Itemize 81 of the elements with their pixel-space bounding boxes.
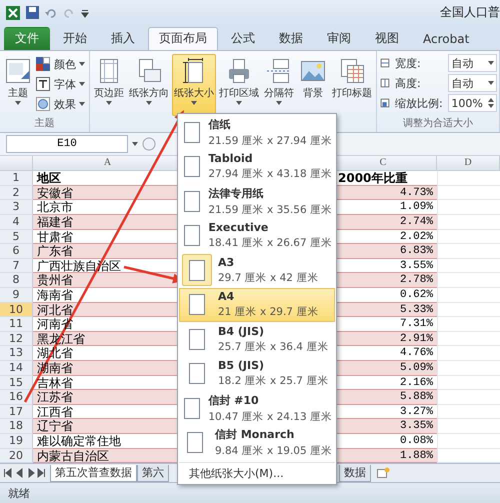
- caret-icon: [488, 61, 494, 66]
- row-number[interactable]: 8: [0, 273, 33, 288]
- size-dropdown[interactable]: 自动: [448, 54, 497, 72]
- group-label: 调整为合适大小: [402, 116, 474, 132]
- row-number[interactable]: 1: [0, 171, 33, 186]
- spinner-arrows-icon: [488, 98, 494, 108]
- ribbon-tab[interactable]: Acrobat: [412, 26, 480, 50]
- caret-icon: [488, 81, 494, 86]
- color-swatch-icon: [35, 56, 51, 72]
- ribbon-tab[interactable]: 开始: [52, 26, 98, 50]
- row-number[interactable]: 2: [0, 186, 33, 200]
- row-number[interactable]: 3: [0, 200, 33, 216]
- row-number[interactable]: 10: [0, 302, 33, 318]
- group-label: 主题: [34, 116, 56, 132]
- page-setup-button[interactable]: 背景: [297, 54, 329, 116]
- size-dropdown[interactable]: 自动: [448, 74, 497, 92]
- window-title: 全国人口普: [440, 4, 500, 22]
- row-number[interactable]: 12: [0, 332, 33, 346]
- scale-icon: [379, 96, 391, 110]
- page-setup-button[interactable]: 打印标题: [330, 54, 374, 116]
- caret-icon: [79, 82, 85, 86]
- field-label: 高度:: [394, 76, 422, 91]
- paper-size-option[interactable]: 信纸 21.59 厘米 x 27.94 厘米: [179, 115, 335, 150]
- field-label: 缩放比例:: [394, 96, 444, 111]
- caret-icon: [15, 100, 21, 105]
- row-number[interactable]: 16: [0, 390, 33, 405]
- row-number[interactable]: 13: [0, 346, 33, 362]
- caret-icon: [79, 102, 85, 106]
- ribbon-tab[interactable]: 数据: [268, 26, 314, 50]
- ribbon-tab[interactable]: 页面布局: [148, 26, 218, 50]
- sheet-tab[interactable]: 第五次普查数据: [50, 464, 137, 482]
- page-setup-button[interactable]: 纸张大小: [172, 54, 216, 116]
- theme-button[interactable]: 主题: [2, 54, 34, 116]
- row-number[interactable]: 20: [0, 448, 33, 464]
- function-button-icon[interactable]: [142, 137, 156, 152]
- row-number[interactable]: 15: [0, 376, 33, 390]
- page-setup-button[interactable]: 分隔符: [262, 54, 296, 116]
- theme-icon: [4, 56, 32, 85]
- page-setup-button[interactable]: 纸张方向: [127, 54, 171, 116]
- row-number[interactable]: 4: [0, 215, 33, 230]
- row-number[interactable]: 19: [0, 434, 33, 449]
- sheet-navigation-icon[interactable]: [3, 468, 47, 478]
- scale-spinner[interactable]: 100%: [448, 94, 497, 112]
- page-setup-button[interactable]: 页边距: [92, 54, 126, 116]
- height-icon: [379, 76, 391, 90]
- save-icon[interactable]: [26, 6, 39, 20]
- caret-icon: [79, 62, 85, 66]
- file-tab[interactable]: 文件: [4, 26, 50, 50]
- ribbon-tab[interactable]: 公式: [220, 26, 266, 50]
- caret-icon: [132, 142, 138, 146]
- undo-icon[interactable]: [45, 8, 57, 18]
- spreadsheet-app-icon[interactable]: [6, 6, 20, 20]
- ribbon-tab[interactable]: 审阅: [316, 26, 362, 50]
- row-number[interactable]: 18: [0, 419, 33, 434]
- width-icon: [379, 56, 391, 70]
- ribbon-tab[interactable]: 插入: [100, 26, 146, 50]
- theme-option-button[interactable]: 颜色: [35, 56, 85, 73]
- name-box[interactable]: E10: [6, 135, 128, 154]
- row-number[interactable]: 17: [0, 404, 33, 420]
- status-text: 就绪: [8, 486, 30, 501]
- sheet-tab[interactable]: 数据: [339, 464, 371, 482]
- row-number[interactable]: 7: [0, 258, 33, 274]
- insert-sheet-icon[interactable]: [375, 467, 391, 480]
- theme-option-button[interactable]: 效果: [35, 96, 85, 113]
- font-icon: [35, 76, 51, 92]
- row-number[interactable]: 6: [0, 244, 33, 259]
- customize-toolbar-icon[interactable]: [81, 8, 89, 18]
- column-header[interactable]: D: [437, 156, 500, 172]
- field-label: 宽度:: [394, 56, 422, 71]
- row-number[interactable]: 9: [0, 288, 33, 303]
- theme-option-button[interactable]: 字体: [35, 76, 85, 93]
- sheet-tab[interactable]: 第六: [137, 464, 169, 482]
- row-number[interactable]: 5: [0, 230, 33, 244]
- ribbon-tab[interactable]: 视图: [364, 26, 410, 50]
- row-number[interactable]: 11: [0, 317, 33, 332]
- row-number[interactable]: 14: [0, 361, 33, 376]
- paper-size-option[interactable]: A4 21 厘米 x 29.7 厘米: [179, 288, 335, 322]
- more-paper-sizes-item[interactable]: 其他纸张大小(M)...: [179, 462, 335, 483]
- table-icon: [338, 56, 366, 85]
- effects-icon: [35, 96, 51, 112]
- page-setup-button[interactable]: 打印区域: [217, 54, 261, 116]
